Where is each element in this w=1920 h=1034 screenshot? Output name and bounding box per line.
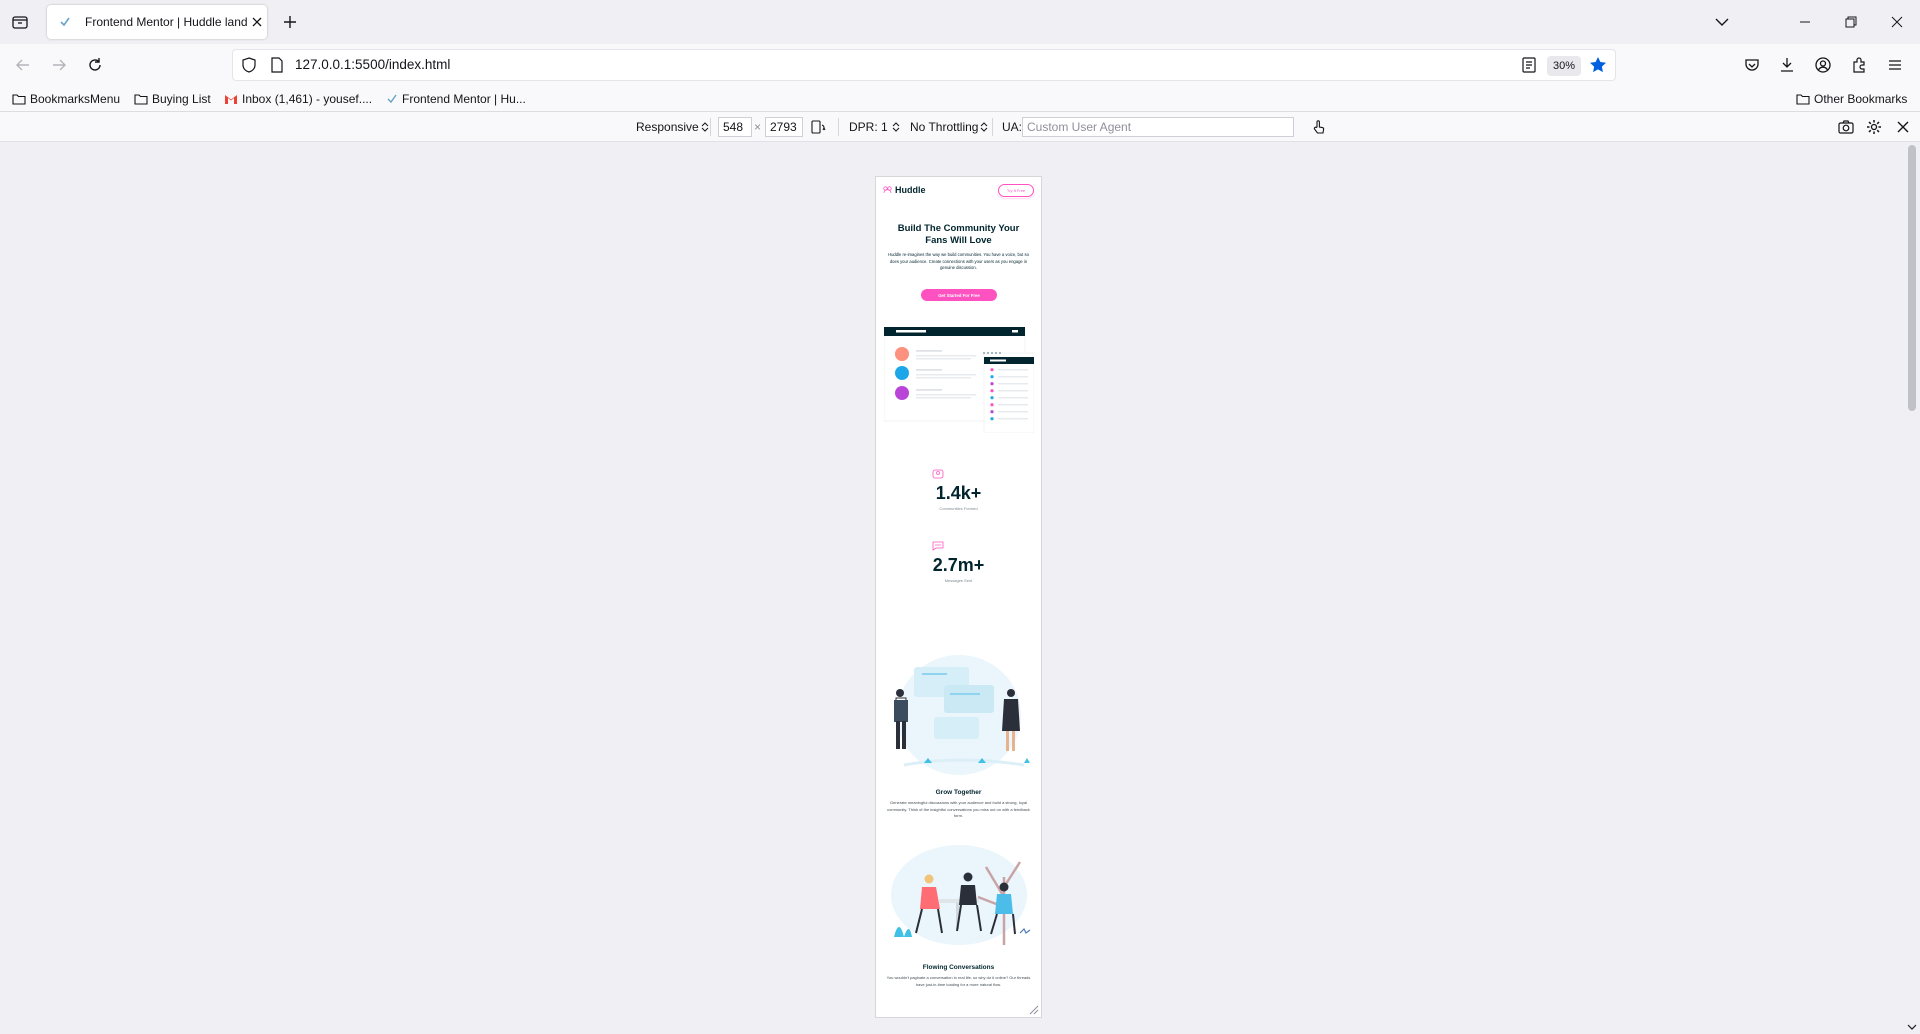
gmail-icon xyxy=(225,94,237,104)
folder-icon xyxy=(1796,94,1810,105)
responsive-viewport-area: Huddle Try It Free Build The Community Y… xyxy=(0,143,1920,1034)
bookmark-frontend-mentor[interactable]: Frontend Mentor | Hu... xyxy=(386,90,526,108)
reader-view-icon[interactable] xyxy=(1521,57,1537,73)
back-icon[interactable] xyxy=(12,54,34,76)
select-arrows-icon xyxy=(981,122,988,132)
rotate-viewport-icon[interactable] xyxy=(810,118,826,136)
dpr-selector[interactable]: DPR: 1 xyxy=(849,118,900,136)
viewport-height-input[interactable]: 2793 xyxy=(765,117,803,137)
hero-title: Build The Community Your Fans Will Love xyxy=(897,223,1020,246)
other-bookmarks[interactable]: Other Bookmarks xyxy=(1796,90,1907,108)
minimize-icon[interactable] xyxy=(1782,8,1828,36)
tab-strip: Frontend Mentor | Huddle landing page xyxy=(0,0,1920,44)
viewport-width-input[interactable]: 548 xyxy=(718,117,752,137)
throttling-selector[interactable]: No Throttling xyxy=(910,118,988,136)
separator xyxy=(838,118,839,136)
shield-icon[interactable] xyxy=(241,57,257,73)
dimension-separator: × xyxy=(754,120,762,134)
huddle-logo-text: Huddle xyxy=(895,185,926,195)
forward-icon[interactable] xyxy=(48,54,70,76)
ua-label: UA: xyxy=(1002,120,1023,134)
star-icon[interactable] xyxy=(1589,56,1607,74)
chevron-down-icon[interactable] xyxy=(1710,12,1734,32)
flowing-conversations-illustration xyxy=(891,845,1031,945)
scrollbar-thumb[interactable] xyxy=(1908,145,1916,411)
close-window-icon[interactable] xyxy=(1874,8,1920,36)
device-selector[interactable]: Responsive xyxy=(636,118,709,136)
vertical-scrollbar[interactable] xyxy=(1904,143,1920,1034)
stat-label: Messages Sent xyxy=(944,578,973,583)
bookmark-bookmarksmenu[interactable]: BookmarksMenu xyxy=(12,90,120,108)
touch-simulation-icon[interactable] xyxy=(1311,118,1327,136)
zoom-level-badge[interactable]: 30% xyxy=(1547,56,1582,76)
bookmark-label: Buying List xyxy=(152,92,211,106)
extensions-icon[interactable] xyxy=(1848,54,1870,76)
grow-together-illustration xyxy=(894,655,1030,775)
close-rdm-icon[interactable] xyxy=(1896,118,1910,136)
responsive-design-toolbar: Responsive 548 × 2793 DPR: 1 No Throttli… xyxy=(0,112,1920,142)
stat-number: 1.4k+ xyxy=(935,483,982,503)
app-mockup-illustration xyxy=(884,327,1034,433)
stat-label: Communities Formed xyxy=(939,506,978,511)
try-it-free-button[interactable]: Try It Free xyxy=(998,184,1034,197)
separator xyxy=(710,118,711,136)
other-bookmarks-label: Other Bookmarks xyxy=(1814,92,1908,106)
tab-huddle[interactable]: Frontend Mentor | Huddle landing page xyxy=(47,5,267,39)
bookmarks-toolbar: BookmarksMenu Buying List Inbox (1,461) … xyxy=(0,86,1920,112)
communities-icon xyxy=(932,469,944,479)
pocket-icon[interactable] xyxy=(1741,54,1763,76)
bookmark-buying-list[interactable]: Buying List xyxy=(134,90,211,108)
url-text[interactable]: 127.0.0.1:5500/index.html xyxy=(295,57,450,72)
scroll-down-icon[interactable] xyxy=(1907,1022,1917,1032)
page-info-icon[interactable] xyxy=(269,57,285,73)
account-icon[interactable] xyxy=(1812,54,1834,76)
folder-icon xyxy=(134,94,148,105)
dpr-label: DPR: 1 xyxy=(849,120,888,134)
stat-communities: 1.4k+ Communities Formed xyxy=(876,469,1041,511)
feature-title: Flowing Conversations xyxy=(922,964,995,971)
stat-messages: 2.7m+ Messages Sent xyxy=(876,541,1041,583)
huddle-favicon-icon xyxy=(387,94,397,104)
select-arrows-icon xyxy=(701,122,709,132)
select-arrows-icon xyxy=(892,122,900,132)
folder-icon xyxy=(12,94,26,105)
url-bar[interactable]: 127.0.0.1:5500/index.html 30% xyxy=(232,49,1616,81)
bookmark-label: Inbox (1,461) - yousef.... xyxy=(242,92,373,106)
feature-title: Grow Together xyxy=(935,789,982,796)
throttling-label: No Throttling xyxy=(910,120,979,134)
stat-number: 2.7m+ xyxy=(932,555,985,575)
settings-gear-icon[interactable] xyxy=(1866,118,1882,136)
close-tab-icon[interactable] xyxy=(249,14,265,30)
downloads-icon[interactable] xyxy=(1776,54,1798,76)
list-all-tabs-icon[interactable] xyxy=(10,12,30,32)
screenshot-icon[interactable] xyxy=(1838,118,1854,136)
huddle-logo-icon xyxy=(883,186,892,194)
feature-text: You wouldn't paginate a conversation in … xyxy=(886,975,1031,987)
feature-text: Generate meaningful discussions with you… xyxy=(887,800,1030,818)
new-tab-icon[interactable] xyxy=(280,12,300,32)
device-selector-label: Responsive xyxy=(636,120,699,134)
restore-icon[interactable] xyxy=(1828,8,1874,36)
device-viewport: Huddle Try It Free Build The Community Y… xyxy=(876,177,1041,1017)
huddle-header: Huddle Try It Free xyxy=(883,184,1034,198)
navigation-toolbar: 127.0.0.1:5500/index.html 30% xyxy=(0,44,1920,86)
user-agent-input[interactable]: Custom User Agent xyxy=(1022,117,1294,137)
bookmark-gmail-inbox[interactable]: Inbox (1,461) - yousef.... xyxy=(224,90,372,108)
get-started-button[interactable]: Get Started For Free xyxy=(921,289,997,301)
bookmark-label: Frontend Mentor | Hu... xyxy=(402,92,526,106)
menu-icon[interactable] xyxy=(1884,54,1906,76)
resize-handle-icon[interactable] xyxy=(1029,1005,1039,1015)
messages-icon xyxy=(932,541,944,551)
hero-text: Huddle re-imagines the way we build comm… xyxy=(888,252,1029,271)
huddle-favicon-icon xyxy=(57,14,73,30)
bookmark-label: BookmarksMenu xyxy=(30,92,121,106)
reload-icon[interactable] xyxy=(84,54,106,76)
tab-title: Frontend Mentor | Huddle landing page xyxy=(85,15,247,29)
huddle-logo[interactable]: Huddle xyxy=(883,185,926,195)
separator xyxy=(992,118,993,136)
